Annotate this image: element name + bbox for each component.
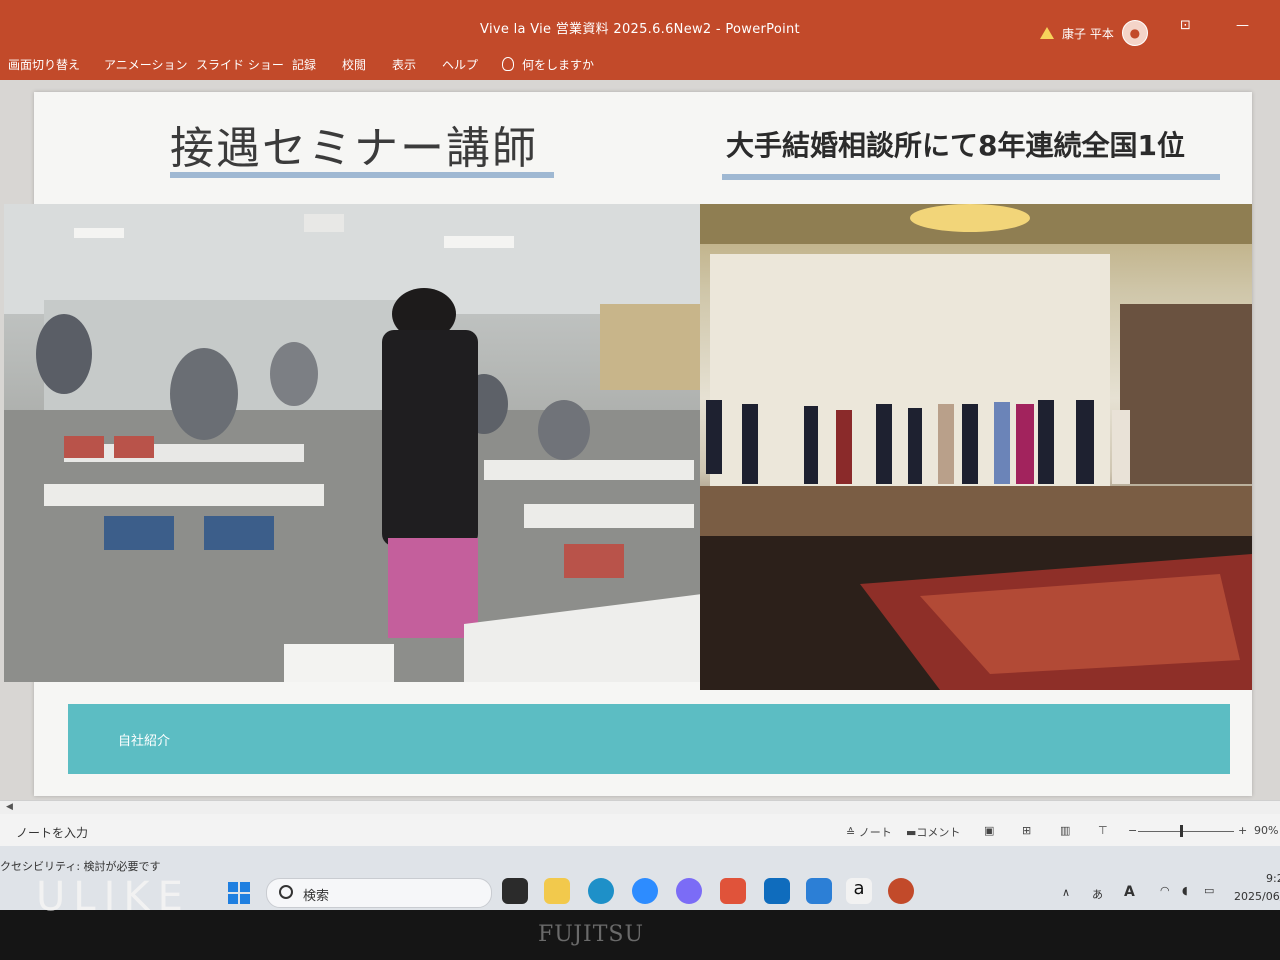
camera-watermark: ULIKE	[36, 874, 191, 920]
user-name: 康子 平本	[1062, 26, 1114, 41]
classroom-illustration	[4, 204, 702, 682]
reading-view-icon[interactable]: ▥	[1060, 824, 1070, 837]
slide-sorter-icon[interactable]: ⊞	[1022, 824, 1031, 837]
ime-mode[interactable]: あ	[1092, 886, 1103, 902]
file-explorer-icon[interactable]	[544, 878, 570, 904]
zoom-level[interactable]: 90%	[1254, 824, 1278, 837]
edge-icon[interactable]	[588, 878, 614, 904]
zoom-in-icon[interactable]: +	[1238, 824, 1247, 837]
tab-view[interactable]: 表示	[392, 56, 416, 73]
copilot-icon[interactable]	[676, 878, 702, 904]
start-icon[interactable]	[228, 882, 250, 904]
tell-me-box[interactable]: 何をしますか	[502, 56, 594, 73]
task-view-icon[interactable]	[502, 878, 528, 904]
warning-icon	[1040, 27, 1054, 39]
zoom-app-icon[interactable]	[632, 878, 658, 904]
powerpoint-icon[interactable]	[888, 878, 914, 904]
tab-help[interactable]: ヘルプ	[442, 56, 478, 73]
subtitle-underline	[722, 174, 1220, 180]
avatar[interactable]: ●	[1121, 20, 1148, 46]
notes-pane[interactable]: ノートを入力 ≙ ノート ▬コメント ▣ ⊞ ▥ ⊤ − + 90%	[0, 814, 1280, 850]
notes-button-label: ノート	[858, 826, 892, 839]
wifi-icon[interactable]: ◠	[1160, 884, 1170, 897]
stage-illustration	[700, 204, 1252, 690]
zoom-out-icon[interactable]: −	[1128, 824, 1137, 837]
tab-slideshow[interactable]: スライド ショー	[196, 56, 284, 73]
mail-icon[interactable]	[806, 878, 832, 904]
windows-taskbar: クセシビリティ: 検討が必要です 検索 a ∧ あ A ◠ ◖ ▭ 9:2 20…	[0, 846, 1280, 910]
award-stage-photo[interactable]	[700, 204, 1252, 690]
outlook-icon[interactable]	[764, 878, 790, 904]
notes-icon: ≙	[846, 826, 856, 839]
section-footer-bar[interactable]: 自社紹介	[68, 704, 1230, 774]
zoom-slider-thumb[interactable]	[1180, 825, 1183, 837]
screen: Vive la Vie 営業資料 2025.6.6New2 - PowerPoi…	[0, 0, 1280, 910]
taskbar-search[interactable]: 検索	[266, 878, 492, 908]
user-area[interactable]: 康子 平本 ●	[1040, 20, 1148, 46]
comments-button-label: コメント	[916, 826, 961, 839]
accessibility-status[interactable]: クセシビリティ: 検討が必要です	[0, 858, 161, 874]
comments-button[interactable]: ▬コメント	[906, 824, 960, 840]
title-underline	[170, 172, 554, 178]
tell-me-label: 何をしますか	[522, 58, 595, 72]
clock-time[interactable]: 9:2	[1266, 872, 1280, 885]
ribbon: 画面切り替え アニメーション スライド ショー 記録 校閲 表示 ヘルプ 何をし…	[0, 48, 1280, 80]
slideshow-view-icon[interactable]: ⊤	[1098, 824, 1108, 837]
horizontal-scrollbar[interactable]: ◀	[0, 800, 1280, 815]
search-icon	[279, 885, 293, 899]
search-placeholder: 検索	[303, 889, 330, 904]
normal-view-icon[interactable]: ▣	[984, 824, 994, 837]
clock-date[interactable]: 2025/06/0	[1234, 890, 1280, 903]
seminar-classroom-photo[interactable]	[4, 204, 702, 682]
zoom-slider-track[interactable]	[1138, 831, 1234, 832]
tab-review[interactable]: 校閲	[342, 56, 366, 73]
app-red-icon[interactable]	[720, 878, 746, 904]
lightbulb-icon	[502, 57, 514, 71]
title-bar: Vive la Vie 営業資料 2025.6.6New2 - PowerPoi…	[0, 0, 1280, 48]
notes-button[interactable]: ≙ ノート	[846, 824, 892, 840]
ime-a-icon[interactable]: A	[1124, 884, 1135, 900]
slide-editing-area[interactable]: 接遇セミナー講師 大手結婚相談所にて8年連続全国1位 自社紹介	[0, 80, 1280, 800]
scroll-left-icon[interactable]: ◀	[6, 802, 13, 812]
monitor-brand: FUJITSU	[538, 922, 645, 947]
tab-animations[interactable]: アニメーション	[104, 56, 188, 73]
tab-transitions[interactable]: 画面切り替え	[8, 56, 80, 73]
ribbon-display-icon[interactable]: ⊡	[1180, 18, 1191, 33]
show-hidden-icons-icon[interactable]: ∧	[1062, 886, 1070, 899]
comment-icon: ▬	[906, 826, 917, 839]
tab-record[interactable]: 記録	[292, 56, 316, 73]
slide-title[interactable]: 接遇セミナー講師	[170, 112, 538, 176]
slide-subtitle[interactable]: 大手結婚相談所にて8年連続全国1位	[726, 124, 1185, 164]
section-label[interactable]: 自社紹介	[118, 730, 170, 749]
speaker-icon[interactable]: ◖	[1182, 884, 1188, 897]
slide-canvas[interactable]: 接遇セミナー講師 大手結婚相談所にて8年連続全国1位 自社紹介	[4, 92, 1252, 796]
notes-placeholder[interactable]: ノートを入力	[16, 824, 88, 841]
amazon-icon[interactable]: a	[846, 878, 872, 904]
minimize-icon[interactable]: —	[1236, 18, 1249, 33]
battery-icon[interactable]: ▭	[1204, 884, 1214, 897]
